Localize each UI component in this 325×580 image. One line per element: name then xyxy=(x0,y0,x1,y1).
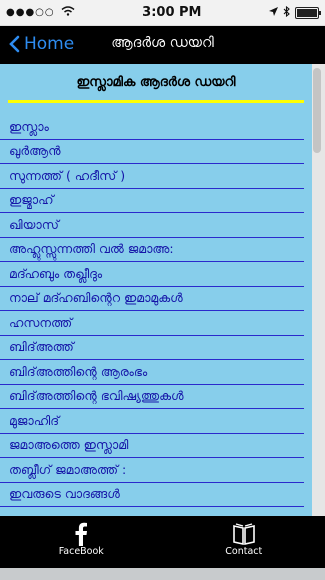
list-item[interactable]: ഇസ്ലാം xyxy=(0,115,304,140)
navigation-bar: Home ആദർശ ഡയറി xyxy=(0,26,325,64)
list-item[interactable]: സുന്നത്ത് ( ഹദീസ് ) xyxy=(0,164,304,189)
app-screen: ●●●○○ 3:00 PM Home ആദർശ ഡയറി ഇസ്ലാമിക ആദ… xyxy=(0,0,325,580)
book-icon xyxy=(232,522,256,546)
list-item[interactable]: ഖുർആൻ xyxy=(0,140,304,164)
list-item[interactable]: ജമാഅത്തെ ഇസ്ലാമി xyxy=(0,434,304,458)
tab-facebook[interactable]: FaceBook xyxy=(0,516,163,568)
list-item[interactable]: തബ്ലീഗ് ജമാഅത്ത് : xyxy=(0,458,304,483)
tab-contact-label: Contact xyxy=(225,546,263,557)
facebook-icon xyxy=(74,522,88,546)
content-area[interactable]: ഇസ്ലാമിക ആദർശ ഡയറി ഇസ്ലാം ഖുർആൻ സുന്നത്ത… xyxy=(0,64,312,516)
list-item[interactable]: ഇവരുടെ വാദങ്ങൾ xyxy=(0,483,304,507)
status-left: ●●●○○ xyxy=(6,5,75,20)
list-item[interactable]: അഹ്ലുസ്സുന്നത്തി വൽ ജമാഅ: xyxy=(0,238,304,262)
list-item[interactable]: ബിദ്അത്തിന്റെ ഭവിഷ്യത്തുകൾ xyxy=(0,385,304,409)
list-item[interactable]: ബിദ്അത്തിന്റെ ആരംഭം xyxy=(0,360,304,385)
signal-icon: ●●●○○ xyxy=(6,7,55,18)
scrollbar-thumb[interactable] xyxy=(313,68,321,153)
status-time: 3:00 PM xyxy=(142,5,202,20)
tab-contact[interactable]: Contact xyxy=(163,516,325,568)
status-right xyxy=(269,5,321,20)
list-item[interactable]: ഖിയാസ് xyxy=(0,213,304,238)
page-title: ആദർശ ഡയറി xyxy=(111,35,214,51)
battery-icon xyxy=(295,6,321,19)
list-item[interactable]: മദ്ഹബും തഖ്ലീദും xyxy=(0,262,304,287)
content-header: ഇസ്ലാമിക ആദർശ ഡയറി xyxy=(76,74,236,90)
bluetooth-icon xyxy=(283,5,290,20)
list-item[interactable]: ഇജ്മാഹ് xyxy=(0,189,304,213)
bottom-edge xyxy=(0,568,325,580)
list-item[interactable]: ബിദ്അത്ത് xyxy=(0,336,304,360)
list-item[interactable]: മുജാഹിദ് xyxy=(0,409,304,434)
status-bar: ●●●○○ 3:00 PM xyxy=(0,0,325,26)
list-item[interactable]: ഹസനത്ത് xyxy=(0,311,304,336)
location-icon xyxy=(269,6,278,19)
tab-bar: FaceBook Contact xyxy=(0,516,325,568)
header-divider xyxy=(8,100,304,103)
tab-facebook-label: FaceBook xyxy=(58,546,104,557)
topic-list: ഇസ്ലാം ഖുർആൻ സുന്നത്ത് ( ഹദീസ് ) ഇജ്മാഹ്… xyxy=(0,115,312,507)
list-item[interactable]: നാല് മദ്ഹബിന്റെറ ഇമാമുകൾ xyxy=(0,287,304,311)
wifi-icon xyxy=(61,5,75,20)
